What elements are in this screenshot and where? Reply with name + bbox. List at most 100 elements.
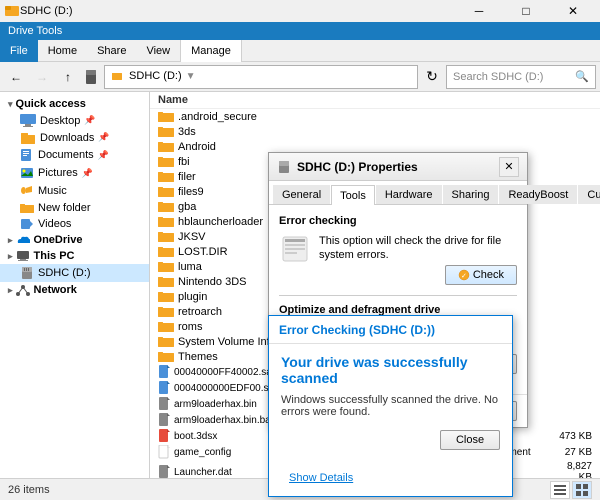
properties-title: SDHC (D:) Properties <box>297 160 499 174</box>
properties-titlebar: SDHC (D:) Properties ✕ <box>269 153 527 181</box>
error-checking-icon <box>279 233 311 265</box>
address-input[interactable]: SDHC (D:) ▼ <box>104 65 418 89</box>
maximize-button[interactable]: □ <box>503 0 549 22</box>
error-checking-text: This option will check the drive for fil… <box>319 235 501 261</box>
sidebar-network[interactable]: ▸ Network <box>0 282 149 298</box>
item-count: 26 items <box>8 484 50 496</box>
file-name: Nintendo 3DS <box>178 276 247 288</box>
thispc-icon <box>16 250 30 262</box>
sidebar-item-downloads[interactable]: Downloads 📌 <box>0 129 149 146</box>
newfolder-icon <box>20 202 34 214</box>
folder-icon <box>158 140 174 153</box>
folder-icon <box>158 320 174 333</box>
address-arrow: ▼ <box>186 71 196 82</box>
file-name: game_config <box>174 447 231 458</box>
sidebar-documents-label: Documents <box>38 149 94 161</box>
large-icons-icon <box>576 484 588 496</box>
folder-icon <box>158 155 174 168</box>
minimize-button[interactable]: ─ <box>456 0 502 22</box>
details-view-button[interactable] <box>550 481 570 499</box>
sidebar-item-music[interactable]: Music <box>0 182 149 200</box>
sidebar-item-desktop[interactable]: Desktop 📌 <box>0 112 149 129</box>
file-item[interactable]: .android_secure <box>150 109 600 124</box>
thispc-arrow: ▸ <box>8 251 13 262</box>
address-path: SDHC (D:) <box>111 70 182 82</box>
quick-access-arrow: ▾ <box>8 99 13 110</box>
videos-icon <box>20 218 34 230</box>
folder-icon <box>158 275 174 288</box>
close-button[interactable]: ✕ <box>550 0 596 22</box>
sidebar-this-pc[interactable]: ▸ This PC <box>0 248 149 264</box>
name-col-header: Name <box>158 94 188 106</box>
file-size: 8,827 KB <box>552 461 592 478</box>
refresh-button[interactable]: ↻ <box>420 65 444 89</box>
file-name: hblauncherloader <box>178 216 263 228</box>
ribbon-drive-tools-bar: Drive Tools <box>0 22 600 40</box>
sidebar-downloads-label: Downloads <box>40 132 94 144</box>
desktop-icon <box>20 114 36 127</box>
file-name: fbi <box>178 156 190 168</box>
search-box[interactable]: Search SDHC (D:) 🔍 <box>446 65 596 89</box>
sidebar-item-videos[interactable]: Videos <box>0 216 149 232</box>
folder-icon <box>158 350 174 363</box>
sd-icon <box>84 69 100 85</box>
properties-close-button[interactable]: ✕ <box>499 157 519 177</box>
sdhc-icon <box>20 266 34 280</box>
file-name: gba <box>178 201 196 213</box>
tab-hardware[interactable]: Hardware <box>376 185 442 204</box>
tab-tools[interactable]: Tools <box>331 185 375 205</box>
properties-title-icon <box>277 159 291 174</box>
file-name: arm9loaderhax.bin <box>174 399 257 410</box>
forward-button[interactable]: → <box>30 65 54 89</box>
check-button[interactable]: ✓ Check <box>445 265 517 285</box>
tab-view[interactable]: View <box>136 40 180 62</box>
ribbon-tabs: File Home Share View Manage <box>0 40 600 62</box>
sidebar-item-sdhc[interactable]: SDHC (D:) <box>0 264 149 282</box>
file-name: Android <box>178 141 216 153</box>
sidebar-item-newfolder[interactable]: New folder <box>0 200 149 216</box>
check-btn-label: Check <box>473 269 504 281</box>
sidebar-newfolder-label: New folder <box>38 202 91 214</box>
file-name: JKSV <box>178 231 206 243</box>
sidebar-item-pictures[interactable]: Pictures 📌 <box>0 164 149 182</box>
tab-share[interactable]: Share <box>87 40 136 62</box>
file-name: Themes <box>178 351 218 363</box>
error-checking-desc: This option will check the drive for fil… <box>319 233 517 285</box>
error-checking-section: This option will check the drive for fil… <box>279 233 517 285</box>
up-button[interactable]: ↑ <box>56 65 80 89</box>
tab-file[interactable]: File <box>0 40 38 62</box>
tab-home[interactable]: Home <box>38 40 87 62</box>
file-icon <box>158 381 171 395</box>
sidebar-music-label: Music <box>38 185 67 197</box>
sidebar-item-documents[interactable]: Documents 📌 <box>0 146 149 164</box>
large-icons-button[interactable] <box>572 481 592 499</box>
tab-customize[interactable]: Customize <box>578 185 600 204</box>
tab-general[interactable]: General <box>273 185 330 204</box>
file-name: LOST.DIR <box>178 246 228 258</box>
show-details-link[interactable]: Show Details <box>279 464 502 488</box>
sidebar-onedrive[interactable]: ▸ OneDrive <box>0 232 149 248</box>
tab-readyboost[interactable]: ReadyBoost <box>499 185 577 204</box>
error-dialog-titlebar: Error Checking (SDHC (D:)) <box>269 316 512 344</box>
file-item[interactable]: 3ds <box>150 124 600 139</box>
main-area: ▾ Quick access Desktop 📌 Downloads 📌 Doc… <box>0 92 600 478</box>
sidebar-quick-access[interactable]: ▾ Quick access <box>0 96 149 112</box>
file-icon <box>158 397 171 411</box>
folder-icon <box>158 260 174 273</box>
network-label: Network <box>34 284 77 296</box>
tab-manage[interactable]: Manage <box>180 40 242 62</box>
error-dialog-close-button[interactable]: Close <box>440 430 500 450</box>
name-header: Name <box>150 92 600 109</box>
error-dialog-content: Your drive was successfully scanned Wind… <box>269 344 512 460</box>
file-icon <box>158 445 171 459</box>
sdhc-label: SDHC (D:) <box>38 267 91 279</box>
pictures-pin-icon: 📌 <box>82 168 93 179</box>
folder-icon <box>158 335 174 348</box>
file-size: 473 KB <box>552 431 592 442</box>
file-name: files9 <box>178 186 204 198</box>
file-icon <box>158 429 171 443</box>
back-button[interactable]: ← <box>4 65 28 89</box>
check-btn-icon: ✓ <box>458 269 470 281</box>
error-dialog-title: Error Checking (SDHC (D:)) <box>279 323 435 337</box>
tab-sharing[interactable]: Sharing <box>443 185 499 204</box>
